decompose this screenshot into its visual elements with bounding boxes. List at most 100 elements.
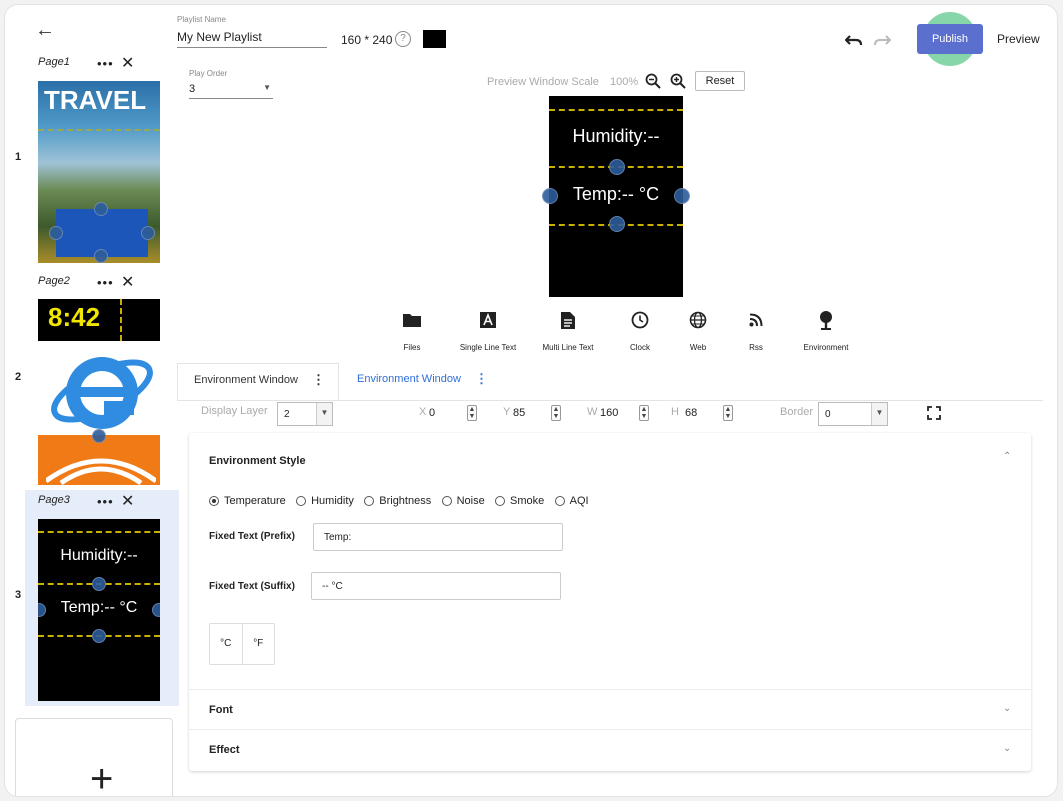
resize-handle[interactable]: [92, 577, 106, 591]
radio-selected-icon: [209, 496, 219, 506]
chevron-down-icon[interactable]: ⌄: [1003, 743, 1011, 754]
tool-single-line-text[interactable]: Single Line Text: [443, 305, 533, 352]
back-arrow-icon[interactable]: ←: [35, 19, 55, 42]
suffix-input[interactable]: -- °C: [311, 572, 561, 600]
play-order-select[interactable]: 3 ▼: [189, 83, 273, 99]
y-value[interactable]: 85: [513, 407, 525, 419]
border-value: 0: [825, 409, 831, 420]
page1-thumbnail[interactable]: TRAVEL: [38, 81, 160, 263]
radio-temperature[interactable]: Temperature: [209, 495, 286, 507]
playlist-name-input[interactable]: My New Playlist: [177, 30, 327, 48]
chevron-down-icon: ▼: [871, 403, 887, 425]
chevron-down-icon[interactable]: ⌄: [1003, 703, 1011, 714]
environment-icon: [820, 311, 832, 330]
suffix-label: Fixed Text (Suffix): [209, 581, 295, 592]
y-stepper[interactable]: ▲ ▼: [551, 405, 561, 421]
redo-icon[interactable]: [873, 33, 891, 47]
background-color-swatch[interactable]: [423, 30, 446, 48]
page3-thumbnail[interactable]: Humidity:-- Temp:-- °C: [38, 519, 160, 701]
celsius-button[interactable]: °C: [210, 624, 242, 664]
w-stepper[interactable]: ▲ ▼: [639, 405, 649, 421]
undo-icon[interactable]: [845, 33, 863, 47]
preview-humidity-text: Humidity:--: [572, 126, 660, 146]
tool-environment[interactable]: Environment: [781, 305, 871, 352]
display-layer-select[interactable]: 2 ▼: [277, 402, 333, 426]
page1-more-icon[interactable]: •••: [97, 56, 114, 71]
page2-number: 2: [15, 371, 22, 383]
resize-handle[interactable]: [92, 429, 106, 443]
page2-more-icon[interactable]: •••: [97, 275, 114, 290]
add-page-button[interactable]: +: [15, 718, 173, 796]
radio-aqi[interactable]: AQI: [554, 495, 589, 507]
h-stepper[interactable]: ▲ ▼: [723, 405, 733, 421]
y-label: Y: [503, 406, 511, 418]
page2-close-icon[interactable]: ✕: [121, 272, 134, 292]
effect-section-title[interactable]: Effect: [209, 744, 240, 756]
x-label: X: [419, 406, 427, 418]
radio-noise[interactable]: Noise: [441, 495, 485, 507]
page3-close-icon[interactable]: ✕: [121, 491, 134, 511]
radio-humidity[interactable]: Humidity: [296, 495, 354, 507]
travel-text: TRAVEL: [44, 85, 147, 115]
tab-menu-icon[interactable]: ⋮: [312, 372, 325, 388]
tab-environment-window-1[interactable]: Environment Window ⋮: [177, 363, 339, 401]
font-section-title[interactable]: Font: [209, 704, 233, 716]
rss-icon: [749, 313, 763, 327]
h-value[interactable]: 68: [685, 407, 697, 419]
resize-handle[interactable]: [49, 226, 63, 240]
border-select[interactable]: 0 ▼: [818, 402, 888, 426]
fullscreen-icon[interactable]: [927, 406, 941, 420]
app-window: ← Page1 ••• ✕ 1 TRAVEL Page2 ••• ✕ 2 8:4…: [4, 4, 1058, 797]
radio-brightness[interactable]: Brightness: [364, 495, 431, 507]
tab-menu-icon[interactable]: ⋮: [475, 371, 488, 387]
play-order-value: 3: [189, 83, 196, 95]
w-value[interactable]: 160: [600, 407, 618, 419]
publish-button[interactable]: Publish: [917, 24, 983, 54]
resize-handle[interactable]: [94, 249, 108, 263]
resize-handle[interactable]: [152, 603, 160, 617]
preview-scale-value: 100%: [610, 76, 639, 88]
h-label: H: [671, 406, 679, 418]
tab-label: Environment Window: [194, 374, 298, 386]
radio-icon: [296, 496, 307, 506]
zoom-in-icon[interactable]: [670, 73, 686, 89]
chevron-up-icon[interactable]: ⌃: [1003, 451, 1011, 462]
rss-banner: [38, 429, 160, 485]
resize-handle[interactable]: [609, 216, 625, 232]
page1-close-icon[interactable]: ✕: [121, 53, 134, 73]
reset-button[interactable]: Reset: [695, 71, 745, 91]
tab-label: Environment Window: [357, 373, 461, 385]
environment-style-title: Environment Style: [209, 455, 306, 467]
prefix-input[interactable]: Temp:: [313, 523, 563, 551]
page2-title: Page2: [38, 275, 70, 287]
border-label: Border: [780, 406, 814, 418]
environment-style-panel: Environment Style ⌃ Temperature Humidity…: [189, 433, 1031, 771]
zoom-out-icon[interactable]: [645, 73, 661, 89]
chevron-down-icon: ▼: [316, 403, 332, 425]
help-icon[interactable]: ?: [395, 31, 411, 47]
preview-button[interactable]: Preview: [997, 32, 1040, 46]
resize-handle[interactable]: [92, 629, 106, 643]
x-value[interactable]: 0: [429, 407, 435, 419]
radio-icon: [364, 496, 375, 506]
folder-icon: [403, 314, 421, 327]
resize-handle[interactable]: [141, 226, 155, 240]
resize-handle[interactable]: [674, 188, 690, 204]
display-layer-label: Display Layer: [201, 405, 268, 417]
page1-number: 1: [15, 151, 22, 163]
tool-label: Single Line Text: [459, 343, 517, 352]
playlist-name-label: Playlist Name: [177, 15, 226, 24]
preview-canvas[interactable]: Humidity:-- Temp:-- °C: [542, 96, 690, 297]
radio-smoke[interactable]: Smoke: [495, 495, 544, 507]
radio-icon: [441, 496, 452, 506]
resize-handle[interactable]: [609, 159, 625, 175]
tab-environment-window-2[interactable]: Environment Window ⋮: [341, 363, 501, 401]
page3-more-icon[interactable]: •••: [97, 494, 114, 509]
x-stepper[interactable]: ▲ ▼: [467, 405, 477, 421]
fahrenheit-button[interactable]: °F: [241, 624, 275, 664]
resize-handle[interactable]: [542, 188, 558, 204]
page2-thumbnail[interactable]: 8:42: [38, 299, 160, 485]
resize-handle[interactable]: [94, 202, 108, 216]
clock-display: 8:42: [48, 302, 101, 332]
preview-scale-label: Preview Window Scale: [487, 76, 599, 88]
